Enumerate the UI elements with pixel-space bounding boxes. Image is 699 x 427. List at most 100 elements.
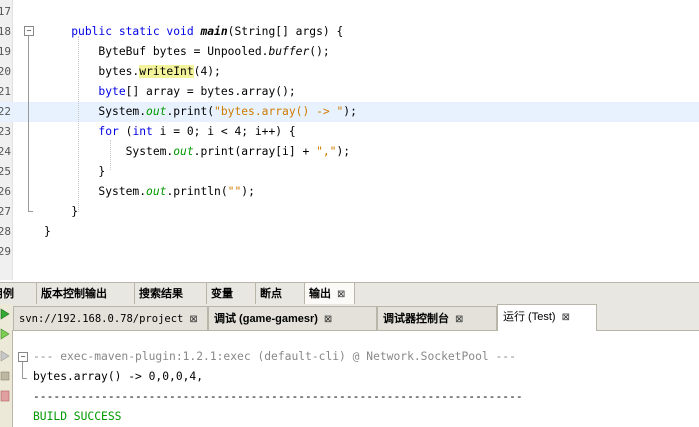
tab-debug-output[interactable]: 调试 (game-gamesr) ⊠ — [208, 306, 377, 330]
output-line: bytes.array() -> 0,0,0,4, — [33, 370, 204, 383]
code-line[interactable]: 28} — [0, 222, 699, 242]
code-line[interactable]: 18 public static void main(String[] args… — [0, 22, 699, 42]
settings-icon[interactable] — [0, 368, 10, 384]
code-token: out — [146, 105, 167, 118]
rerun-icon[interactable] — [0, 306, 10, 322]
code-text: bytes.writeInt(4); — [44, 62, 221, 82]
tab-label: 调试 (game-gamesr) — [214, 313, 318, 325]
code-token: "" — [227, 185, 242, 198]
stop-icon[interactable] — [0, 348, 10, 364]
indent-guide — [110, 140, 111, 170]
code-line[interactable]: 20 bytes.writeInt(4); — [0, 62, 699, 82]
clear-output-icon[interactable] — [0, 388, 10, 404]
code-token: [] array = bytes.array(); — [125, 85, 296, 98]
code-editor[interactable]: 17 18 public static void main(String[] ar… — [0, 0, 699, 280]
tab-label: 版本控制输出 — [41, 288, 107, 300]
rerun-with-options-icon[interactable] — [0, 326, 10, 342]
fold-guide — [28, 36, 29, 212]
code-token: .print( — [166, 105, 215, 118]
line-number: 23 — [0, 125, 11, 138]
code-line[interactable]: 23 for (int i = 0; i < 4; i++) { — [0, 122, 699, 142]
fold-toggle-output[interactable]: − — [18, 352, 28, 362]
code-token: out — [146, 185, 167, 198]
line-number: 25 — [0, 165, 11, 178]
code-token: } — [44, 165, 106, 178]
output-line: ----------------------------------------… — [33, 390, 523, 403]
line-number: 26 — [0, 185, 11, 198]
code-line[interactable]: 26 System.out.println(""); — [0, 182, 699, 202]
code-token: "bytes.array() -> " — [214, 105, 344, 118]
code-token: for — [98, 125, 119, 138]
output-console[interactable]: − --- exec-maven-plugin:1.2.1:exec (defa… — [13, 331, 699, 427]
close-icon[interactable]: ⊠ — [337, 289, 345, 300]
indent-guide — [78, 36, 79, 212]
line-number: 24 — [0, 145, 11, 158]
fold-guide-end — [22, 378, 27, 379]
fold-toggle-main[interactable]: − — [24, 26, 34, 36]
code-token: out — [173, 145, 194, 158]
code-token: ); — [343, 105, 357, 118]
output-line: --- exec-maven-plugin:1.2.1:exec (defaul… — [33, 350, 516, 363]
fold-guide-end — [28, 211, 33, 212]
tab-usages[interactable]: 用例 — [0, 283, 37, 305]
code-text: } — [44, 162, 105, 182]
tab-label: 运行 (Test) — [503, 311, 556, 323]
tab-run-test[interactable]: 运行 (Test) ⊠ — [497, 304, 597, 331]
code-token: main — [200, 25, 228, 38]
tab-label: 变量 — [211, 288, 233, 300]
tab-debugger-console[interactable]: 调试器控制台 ⊠ — [377, 306, 497, 330]
tab-label: 断点 — [260, 288, 282, 300]
tab-search-results[interactable]: 搜索结果 — [135, 283, 207, 305]
code-token: byte — [98, 85, 126, 98]
tab-vcs-output[interactable]: 版本控制输出 — [37, 283, 135, 305]
tab-label: 用例 — [0, 288, 14, 300]
code-token: public static void — [71, 25, 201, 38]
code-token: } — [44, 225, 51, 238]
code-line[interactable]: 19 ByteBuf bytes = Unpooled.buffer(); — [0, 42, 699, 62]
code-token: System. — [44, 145, 174, 158]
line-number: 19 — [0, 45, 11, 58]
tab-variables[interactable]: 变量 — [207, 283, 256, 305]
line-number: 20 — [0, 65, 11, 78]
tab-breakpoints[interactable]: 断点 — [256, 283, 305, 305]
tab-label: 搜索结果 — [139, 288, 183, 300]
code-line[interactable]: 24 System.out.print(array[i] + ","); — [0, 142, 699, 162]
code-text: System.out.print("bytes.array() -> "); — [44, 102, 357, 122]
code-token: "," — [316, 145, 337, 158]
tab-svn-output[interactable]: svn://192.168.0.78/project ⊠ — [13, 306, 208, 330]
close-icon[interactable]: ⊠ — [324, 314, 332, 325]
code-token: (String[] args) { — [227, 25, 344, 38]
code-line[interactable]: 25 } — [0, 162, 699, 182]
line-number: 21 — [0, 85, 11, 98]
line-number: 17 — [0, 5, 11, 18]
close-icon[interactable]: ⊠ — [455, 314, 463, 325]
tab-label: svn://192.168.0.78/project — [19, 313, 184, 325]
code-text: ByteBuf bytes = Unpooled.buffer(); — [44, 42, 329, 62]
close-icon[interactable]: ⊠ — [562, 312, 570, 323]
code-text: System.out.print(array[i] + ","); — [44, 142, 350, 162]
code-token: System. — [44, 105, 147, 118]
line-number: 18 — [0, 25, 11, 38]
code-line[interactable]: 17 — [0, 2, 699, 22]
code-token: (4); — [193, 65, 221, 78]
line-number: 22 — [0, 105, 11, 118]
code-token: ); — [241, 185, 255, 198]
code-token: .println( — [166, 185, 228, 198]
tab-output[interactable]: 输出 ⊠ — [305, 283, 355, 305]
code-token: int — [132, 125, 153, 138]
code-token: bytes. — [44, 65, 140, 78]
code-line[interactable]: 29 — [0, 242, 699, 262]
tab-label: 调试器控制台 — [383, 313, 449, 325]
close-icon[interactable]: ⊠ — [189, 314, 197, 325]
bottom-window-tabbar: 用例 版本控制输出 搜索结果 变量 断点 输出 ⊠ — [0, 282, 699, 306]
code-token: .print(array[i] + — [193, 145, 317, 158]
tab-label: 输出 — [309, 288, 331, 300]
code-line[interactable]: 21 byte[] array = bytes.array(); — [0, 82, 699, 102]
code-line[interactable]: 22 System.out.print("bytes.array() -> ")… — [0, 102, 699, 122]
code-line[interactable]: 27 } — [0, 202, 699, 222]
line-number: 29 — [0, 245, 11, 258]
output-tabbar: svn://192.168.0.78/project ⊠ 调试 (game-gam… — [12, 304, 699, 331]
